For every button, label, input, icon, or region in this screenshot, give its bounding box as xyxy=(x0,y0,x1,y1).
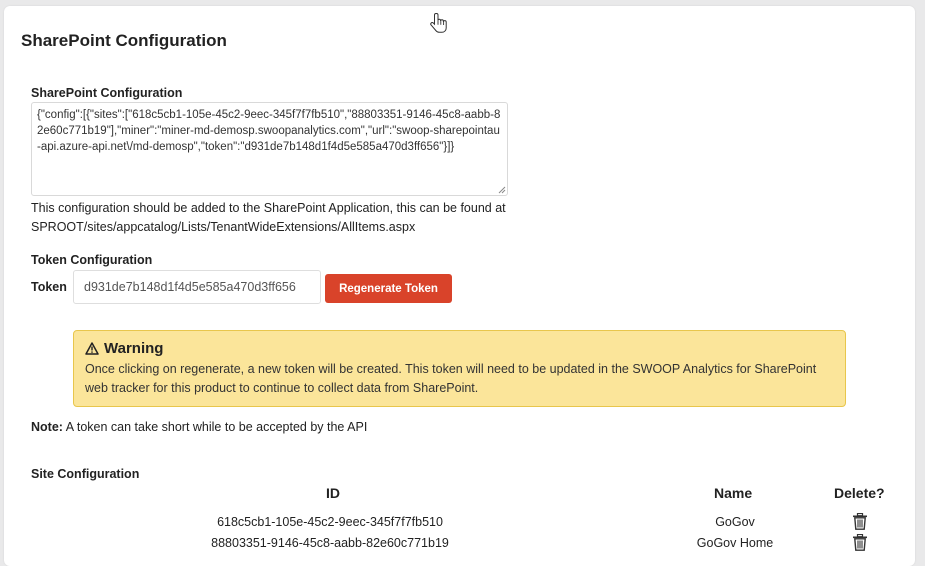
config-label: SharePoint Configuration xyxy=(31,86,183,100)
delete-trash-icon[interactable] xyxy=(852,534,868,551)
config-textarea-value: {"config":[{"sites":["618c5cb1-105e-45c2… xyxy=(37,109,501,153)
resize-grip-icon[interactable] xyxy=(498,186,506,194)
config-help-line-1: This configuration should be added to th… xyxy=(31,201,506,215)
warning-body: Once clicking on regenerate, a new token… xyxy=(85,362,817,395)
warning-title: Warning xyxy=(104,340,164,357)
site-config-label: Site Configuration xyxy=(31,467,140,481)
warning-box: Warning Once clicking on regenerate, a n… xyxy=(73,330,846,407)
warning-triangle-icon xyxy=(85,342,99,355)
column-header-id: ID xyxy=(326,485,340,501)
column-header-name: Name xyxy=(714,485,753,501)
config-help-line-2: SPROOT/sites/appcatalog/Lists/TenantWide… xyxy=(31,220,416,234)
note-prefix: Note: xyxy=(31,420,63,434)
page-title: SharePoint Configuration xyxy=(21,31,227,50)
token-label: Token xyxy=(31,280,67,294)
column-header-delete: Delete? xyxy=(834,485,885,501)
config-help-text: This configuration should be added to th… xyxy=(31,199,591,237)
token-config-label: Token Configuration xyxy=(31,253,153,267)
note-body: A token can take short while to be accep… xyxy=(62,420,368,434)
delete-trash-icon[interactable] xyxy=(852,513,868,530)
warning-header: Warning xyxy=(85,340,835,357)
config-textarea[interactable]: {"config":[{"sites":["618c5cb1-105e-45c2… xyxy=(31,102,508,196)
regenerate-token-button[interactable]: Regenerate Token xyxy=(325,274,452,303)
site-row-1-id: 618c5cb1-105e-45c2-9eec-345f7f7fb510 xyxy=(217,515,443,529)
site-row-1-name: GoGov xyxy=(715,515,755,529)
site-row-2-name: GoGov Home xyxy=(696,536,774,550)
hand-cursor-icon xyxy=(430,13,447,33)
site-row-2-id: 88803351-9146-45c8-aabb-82e60c771b19 xyxy=(211,536,449,550)
note-text: Note: A token can take short while to be… xyxy=(31,420,367,434)
token-input[interactable]: d931de7b148d1f4d5e585a470d3ff656 xyxy=(73,270,321,304)
